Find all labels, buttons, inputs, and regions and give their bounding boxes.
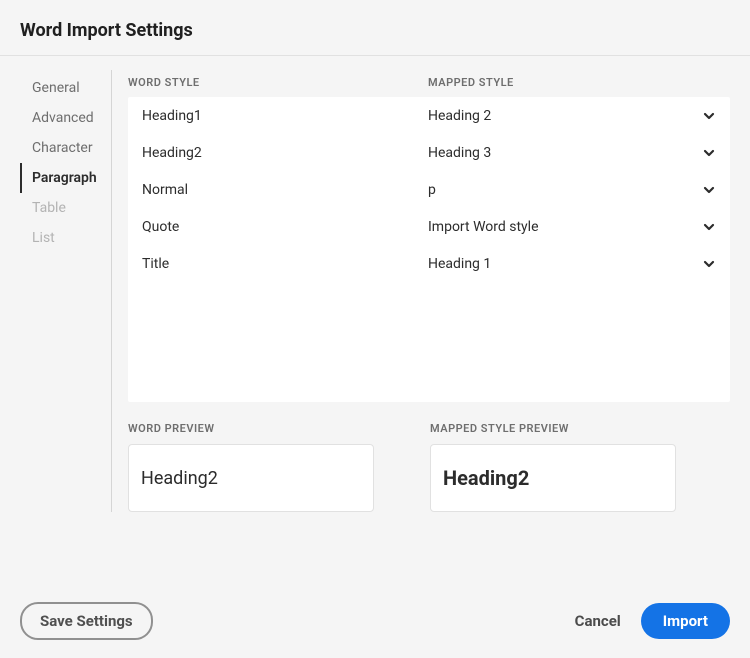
footer-right: Cancel Import [561,603,730,639]
save-settings-button[interactable]: Save Settings [20,602,153,640]
mapped-preview-box: Heading2 [430,444,676,512]
sidebar-item-list: List [20,223,111,253]
column-headers: WORD STYLE MAPPED STYLE [128,70,730,97]
chevron-down-icon [702,183,716,197]
word-style-cell: Quote [142,219,428,235]
sidebar-item-character[interactable]: Character [20,133,111,163]
chevron-down-icon [702,109,716,123]
previews-row: WORD PREVIEW Heading2 MAPPED STYLE PREVI… [128,422,730,512]
mapped-style-select[interactable]: Heading 3 [428,145,716,161]
sidebar-item-table: Table [20,193,111,223]
mapping-table: Heading1Heading 2Heading2Heading 3Normal… [128,97,730,402]
mapped-style-select[interactable]: p [428,182,716,198]
chevron-down-icon [702,220,716,234]
mapping-row: TitleHeading 1 [128,245,730,282]
mapped-style-select[interactable]: Heading 1 [428,256,716,272]
mapping-row: Heading2Heading 3 [128,134,730,171]
word-preview-label: WORD PREVIEW [128,422,376,435]
mapped-style-value: Import Word style [428,219,539,235]
chevron-down-icon [702,146,716,160]
mapped-style-value: p [428,182,436,198]
dialog-title: Word Import Settings [0,0,750,56]
mapping-row: QuoteImport Word style [128,208,730,245]
word-preview-text: Heading2 [141,468,218,489]
word-style-cell: Heading2 [142,145,428,161]
word-style-cell: Normal [142,182,428,198]
mapping-row: Normalp [128,171,730,208]
sidebar: GeneralAdvancedCharacterParagraphTableLi… [20,70,112,512]
chevron-down-icon [702,257,716,271]
sidebar-item-general[interactable]: General [20,73,111,103]
column-header-word-style: WORD STYLE [128,76,428,89]
mapped-style-value: Heading 2 [428,108,491,124]
cancel-button[interactable]: Cancel [561,604,635,638]
word-style-cell: Title [142,256,428,272]
sidebar-item-advanced[interactable]: Advanced [20,103,111,133]
import-button[interactable]: Import [641,603,730,639]
footer: Save Settings Cancel Import [0,584,750,658]
mapped-style-select[interactable]: Heading 2 [428,108,716,124]
mapped-preview-label: MAPPED STYLE PREVIEW [430,422,678,435]
mapped-preview-text: Heading2 [443,466,529,490]
mapped-preview-block: MAPPED STYLE PREVIEW Heading2 [430,422,678,512]
column-header-mapped-style: MAPPED STYLE [428,76,730,89]
mapping-row: Heading1Heading 2 [128,97,730,134]
main-panel: WORD STYLE MAPPED STYLE Heading1Heading … [112,70,730,512]
mapped-style-select[interactable]: Import Word style [428,219,716,235]
mapped-style-value: Heading 3 [428,145,491,161]
sidebar-item-paragraph[interactable]: Paragraph [20,163,111,193]
word-style-cell: Heading1 [142,108,428,124]
word-preview-block: WORD PREVIEW Heading2 [128,422,376,512]
word-preview-box: Heading2 [128,444,374,512]
content-wrap: GeneralAdvancedCharacterParagraphTableLi… [0,70,750,512]
mapped-style-value: Heading 1 [428,256,491,272]
